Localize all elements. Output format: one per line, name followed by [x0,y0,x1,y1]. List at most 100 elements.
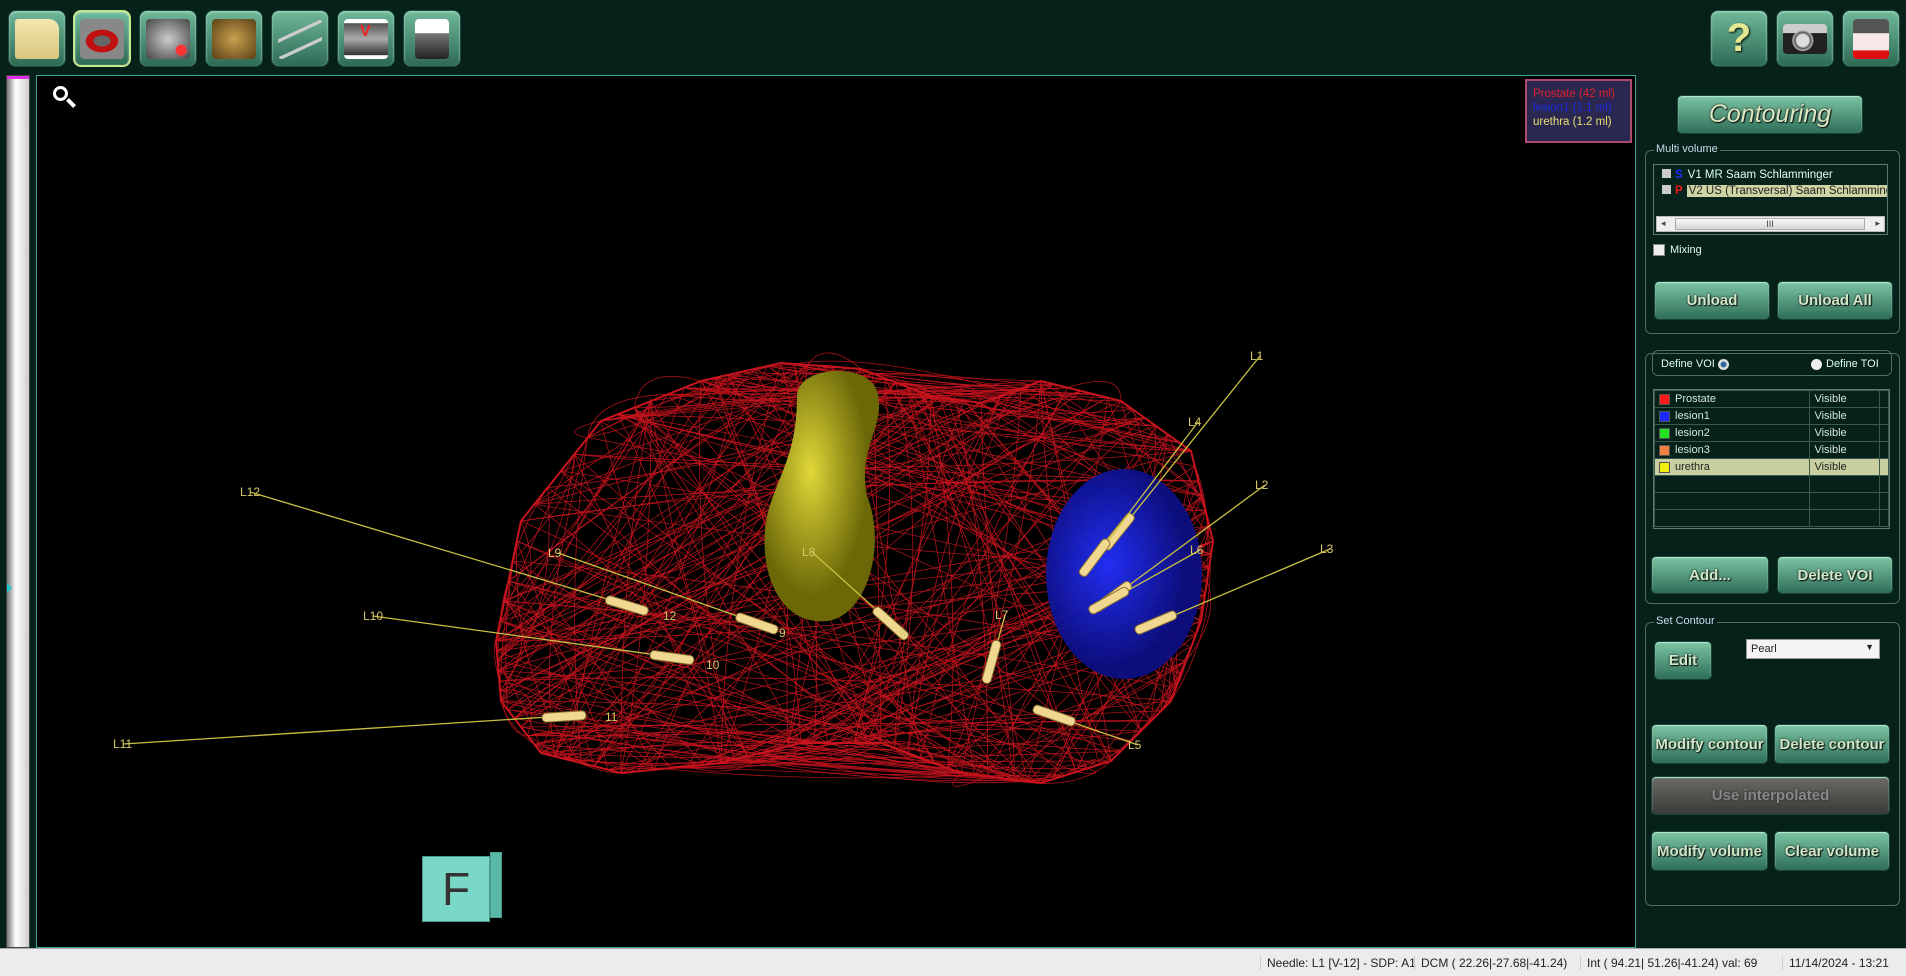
unload-all-button[interactable]: Unload All [1777,281,1893,320]
needle-label: L6 [1190,543,1204,557]
voi-color-swatch [1659,444,1670,456]
voi-name-cell: Prostate [1654,390,1811,408]
multi-volume-title: Multi volume [1654,143,1720,155]
voi-status-cell[interactable]: Visible [1809,424,1880,442]
target-tool-button[interactable] [139,10,197,67]
voi-table[interactable]: Prostate Visible lesion1 Visible lesion2 Visi… [1653,389,1890,529]
use-interpolated-button[interactable]: Use interpolated [1651,776,1890,815]
slider-top-marker [7,76,29,82]
folder-icon [15,18,59,59]
slice-slider[interactable] [6,75,30,948]
volume-item[interactable]: S V1 MR Saam Schlamminger [1662,169,1833,181]
voi-status-cell[interactable]: Visible [1809,407,1880,425]
needle-label: L8 [802,545,816,559]
voi-name: lesion1 [1675,410,1710,422]
needles-tool-button[interactable] [271,10,329,67]
voi-name-cell: lesion1 [1654,407,1811,425]
volume-label: V2 US (Transversal) Saam Schlamminger [1686,185,1887,197]
voi-color-swatch [1659,393,1670,405]
scroll-thumb[interactable]: III [1675,218,1865,230]
voi-row[interactable]: lesion3 Visible [1654,441,1889,459]
report-tool-button[interactable] [403,10,461,67]
clear-volume-button[interactable]: Clear volume [1774,831,1890,871]
needle-label: L11 [113,737,132,751]
volume-tree[interactable]: S V1 MR Saam Schlamminger P V2 US (Transve… [1653,164,1888,235]
report-icon [415,18,449,59]
needle-path [249,491,628,606]
voi-color-swatch [1659,461,1670,473]
camera-icon [1783,23,1827,54]
needle-tip-label: 9 [779,626,786,640]
voi-status-cell[interactable]: Visible [1809,458,1880,476]
voi-color-swatch [1659,427,1670,439]
delete-contour-button[interactable]: Delete contour [1774,724,1890,764]
needle-label: L3 [1320,542,1334,556]
open-folder-button[interactable] [8,10,66,67]
needles-icon [278,18,322,59]
voi-name: lesion2 [1675,427,1710,439]
3d-viewport[interactable]: L1 L4 L2 L6 L3 L12 12 L9 9 L8 8 L10 10 L7 L11 11 L5 Pros… [36,75,1636,948]
voi-status-cell[interactable]: Visible [1809,390,1880,408]
voi-status-cell[interactable]: Visible [1809,441,1880,459]
volume-badge-p: P [1675,185,1683,197]
add-voi-button[interactable]: Add... [1651,556,1769,594]
slider-handle[interactable] [7,583,17,593]
modify-contour-button[interactable]: Modify contour [1651,724,1768,764]
status-int: Int ( 94.21| 51.26|-41.24) val: 69 [1580,956,1757,970]
edit-button[interactable]: Edit [1654,641,1712,680]
voi-name-cell: lesion3 [1654,441,1811,459]
needle-label: L7 [995,608,1009,622]
voi-color-swatch [1659,410,1670,422]
chevron-down-icon: ▼ [1865,642,1874,652]
needle-label: L4 [1188,415,1202,429]
voi-name: urethra [1675,461,1710,473]
status-dcm: DCM ( 22.26|-27.68|-41.24) [1414,956,1567,970]
volume-label: V1 MR Saam Schlamminger [1687,169,1833,181]
status-needle: Needle: L1 [V-12] - SDP: A1 [1260,956,1416,970]
mixing-label: Mixing [1670,244,1702,256]
contouring-mode-button[interactable]: Contouring [1677,95,1863,134]
volume-tree-hscrollbar[interactable]: ◂ III ▸ [1656,216,1885,232]
legend-urethra: urethra (1.2 ml) [1533,116,1612,128]
voi-name: Prostate [1675,393,1716,405]
unload-button[interactable]: Unload [1654,281,1770,320]
voi-row[interactable]: lesion1 Visible [1654,407,1889,425]
volume-item[interactable]: P V2 US (Transversal) Saam Schlamminger [1662,185,1887,197]
contouring-tool-button[interactable] [73,10,131,67]
needle-label: L12 [240,485,260,499]
legend-prostate: Prostate (42 ml) [1533,88,1615,100]
3d-scene[interactable]: L1 L4 L2 L6 L3 L12 12 L9 9 L8 8 L10 10 L7 L11 11 L5 [37,76,1637,949]
needle-tip-label: 10 [706,658,720,672]
modify-volume-button[interactable]: Modify volume [1651,831,1768,871]
lesion1-volume [1046,469,1202,679]
voi-row[interactable]: Prostate Visible [1654,390,1889,408]
delete-voi-button[interactable]: Delete VOI [1777,556,1893,594]
orientation-cube[interactable]: F [422,852,502,922]
mixing-checkbox[interactable]: Mixing [1653,244,1702,256]
fusion-icon [212,18,256,59]
needle-tip-label: 8 [899,627,906,641]
target-icon [146,18,190,59]
contour-tool-select[interactable]: Pearl ▼ [1746,639,1880,659]
needle-path [372,615,673,658]
voi-empty-row [1654,509,1889,527]
needle-view-icon: V [344,18,388,59]
voi-name: lesion3 [1675,444,1710,456]
define-toi-radio[interactable]: Define TOI [1811,358,1879,370]
voi-row[interactable]: urethra Visible [1654,458,1889,476]
voi-row[interactable]: lesion2 Visible [1654,424,1889,442]
select-value: Pearl [1751,643,1777,655]
define-voi-radio[interactable]: Define VOI [1661,358,1729,370]
needle-label: L5 [1128,738,1142,752]
help-button[interactable]: ? [1710,10,1768,67]
fusion-tool-button[interactable] [205,10,263,67]
screenshot-button[interactable] [1776,10,1834,67]
save-button[interactable] [1842,10,1900,67]
needle-label: L10 [363,609,383,623]
needle-view-tool-button[interactable]: V [337,10,395,67]
needle-path [122,715,565,745]
voi-name-cell: urethra [1654,458,1811,476]
cube-front-face: F [422,856,490,922]
help-icon: ? [1726,16,1752,60]
zoom-icon[interactable] [51,84,77,110]
